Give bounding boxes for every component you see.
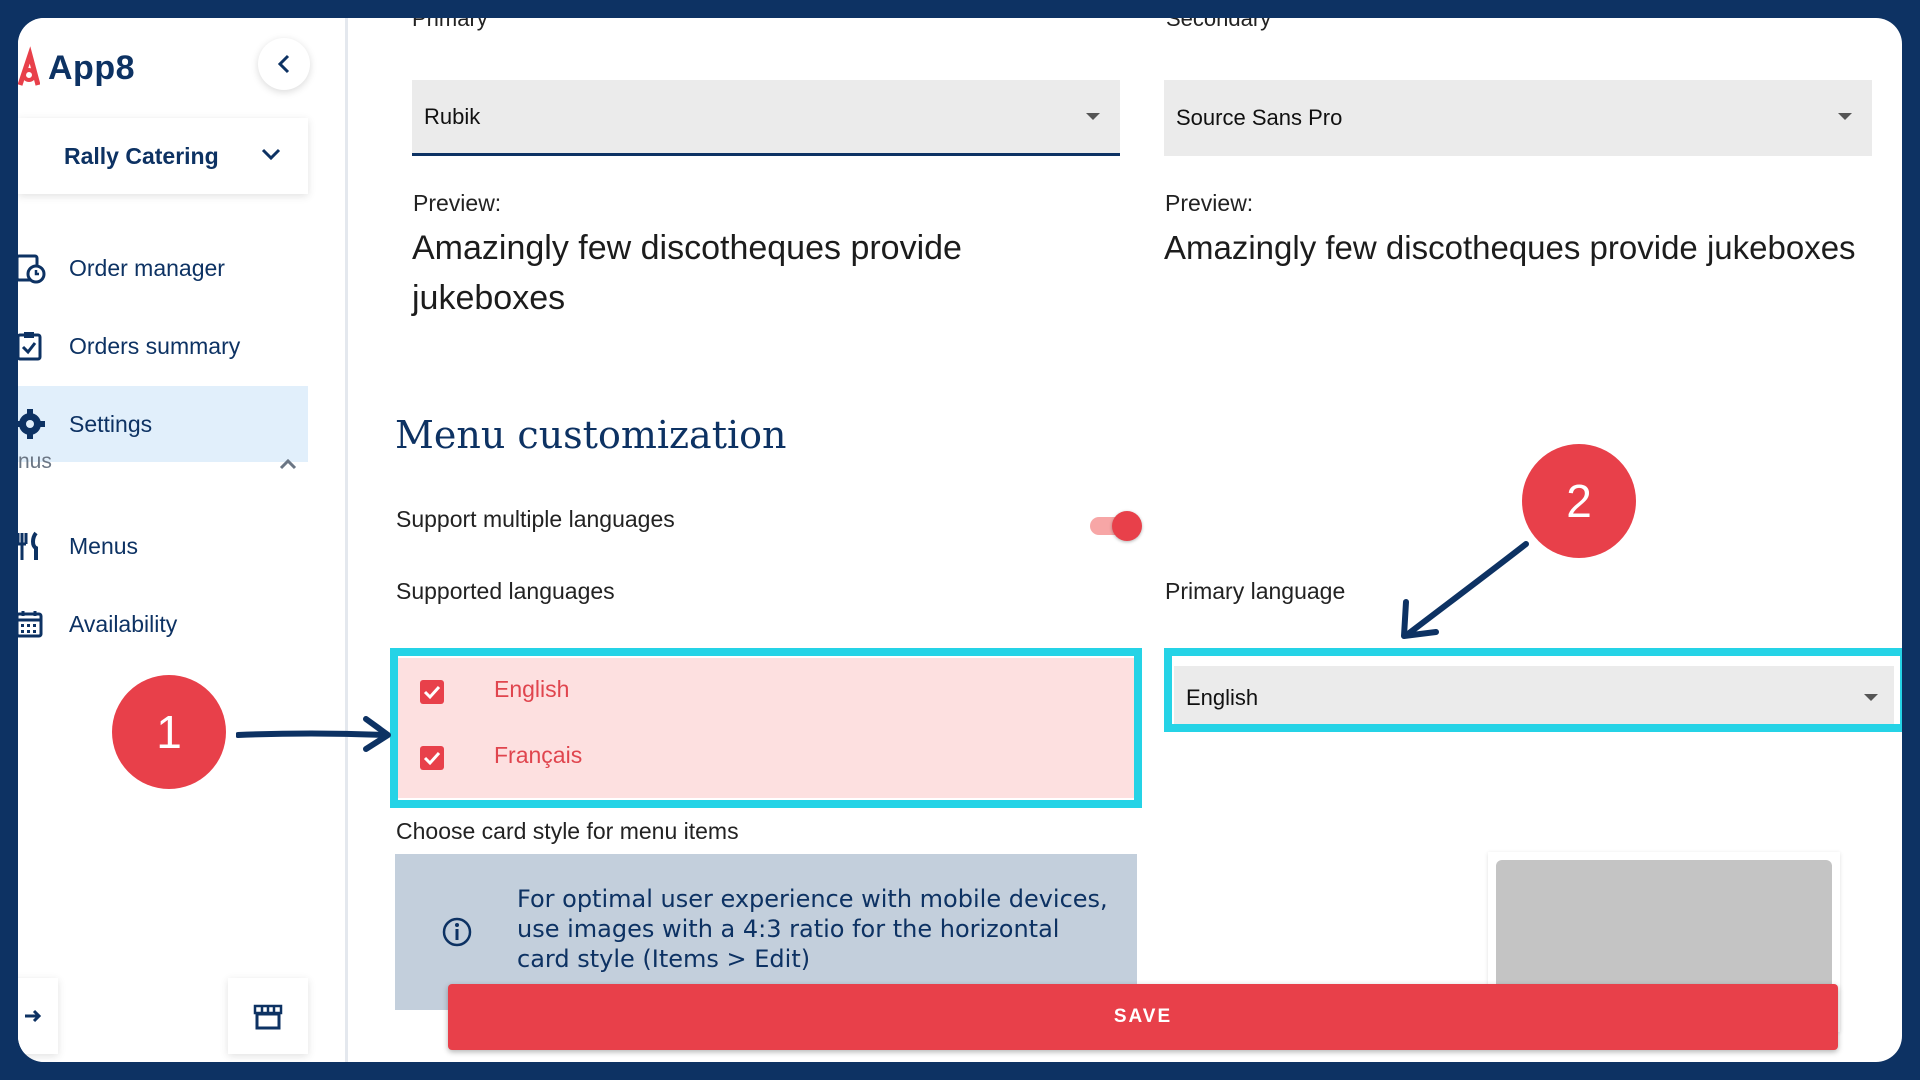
sidebar-item-label: Availability — [69, 610, 178, 637]
store-icon — [253, 1004, 283, 1030]
organization-selector[interactable]: Rally Catering — [18, 118, 308, 194]
card-style-label: Choose card style for menu items — [396, 818, 739, 844]
highlight-box-primary-language — [1164, 648, 1902, 732]
primary-preview-line-2: jukeboxes — [412, 279, 566, 317]
annotation-badge-1: 1 — [112, 675, 226, 789]
highlight-box-supported-languages — [390, 648, 1142, 808]
primary-font-select[interactable]: Rubik — [412, 80, 1120, 156]
app-window: App8 Rally Catering Order manager Orders… — [18, 18, 1902, 1062]
gear-icon — [18, 409, 45, 439]
dropdown-caret-icon — [1838, 113, 1852, 120]
info-text: For optimal user experience with mobile … — [517, 885, 1108, 973]
sidebar-item-label: Settings — [69, 410, 153, 437]
secondary-font-select[interactable]: Source Sans Pro — [1164, 80, 1872, 156]
support-multiple-languages-toggle[interactable] — [1090, 508, 1142, 544]
sidebar-item-orders-summary[interactable]: Orders summary — [18, 308, 308, 384]
toggle-knob — [1112, 511, 1142, 541]
dropdown-caret-icon — [1086, 113, 1100, 120]
primary-language-label: Primary language — [1165, 578, 1346, 604]
primary-font-preview: Amazingly few discotheques provide jukeb… — [412, 223, 1132, 323]
clock-document-icon — [18, 254, 46, 284]
primary-font-label: Primary — [412, 18, 488, 31]
chevron-left-icon — [277, 54, 290, 74]
supported-languages-label: Supported languages — [396, 578, 615, 604]
calendar-icon — [18, 611, 43, 638]
chevron-up-icon — [279, 458, 297, 470]
secondary-font-value: Source Sans Pro — [1176, 105, 1343, 130]
primary-font-value: Rubik — [424, 103, 481, 129]
logout-arrow-icon — [25, 1009, 42, 1023]
app-name: App8 — [48, 48, 135, 87]
organization-name: Rally Catering — [64, 142, 219, 169]
app-logo: App8 — [18, 38, 135, 98]
menu-customization-title: Menu customization — [395, 413, 787, 457]
secondary-font-preview: Amazingly few discotheques provide jukeb… — [1164, 229, 1856, 266]
utensils-icon — [18, 531, 38, 560]
sidebar: App8 Rally Catering Order manager Orders… — [18, 18, 348, 1062]
clipboard-check-icon — [18, 332, 42, 361]
sidebar-group-menus[interactable]: nus — [18, 450, 308, 486]
info-icon — [442, 917, 472, 947]
sidebar-group-label: nus — [18, 450, 52, 473]
logout-button[interactable] — [18, 978, 58, 1054]
chevron-down-icon — [261, 148, 281, 161]
sidebar-item-availability[interactable]: Availability — [18, 586, 308, 662]
annotation-arrow-right-icon — [236, 716, 391, 752]
support-multiple-languages-label: Support multiple languages — [396, 506, 675, 532]
primary-preview-line-1: Amazingly few discotheques provide — [412, 229, 962, 267]
secondary-font-label: Secondary — [1166, 18, 1272, 31]
secondary-preview-label: Preview: — [1165, 190, 1254, 216]
sidebar-item-order-manager[interactable]: Order manager — [18, 230, 308, 306]
sidebar-item-label: Orders summary — [69, 332, 241, 359]
sidebar-item-label: Order manager — [69, 254, 225, 281]
collapse-sidebar-button[interactable] — [258, 38, 310, 90]
store-button[interactable] — [228, 978, 308, 1054]
sidebar-item-label: Menus — [69, 532, 139, 559]
primary-preview-label: Preview: — [413, 190, 502, 216]
app8-logo-icon — [18, 46, 40, 86]
save-button[interactable]: SAVE — [448, 984, 1838, 1050]
annotation-arrow-down-left-icon — [1401, 541, 1529, 639]
sidebar-item-menus[interactable]: Menus — [18, 508, 308, 584]
